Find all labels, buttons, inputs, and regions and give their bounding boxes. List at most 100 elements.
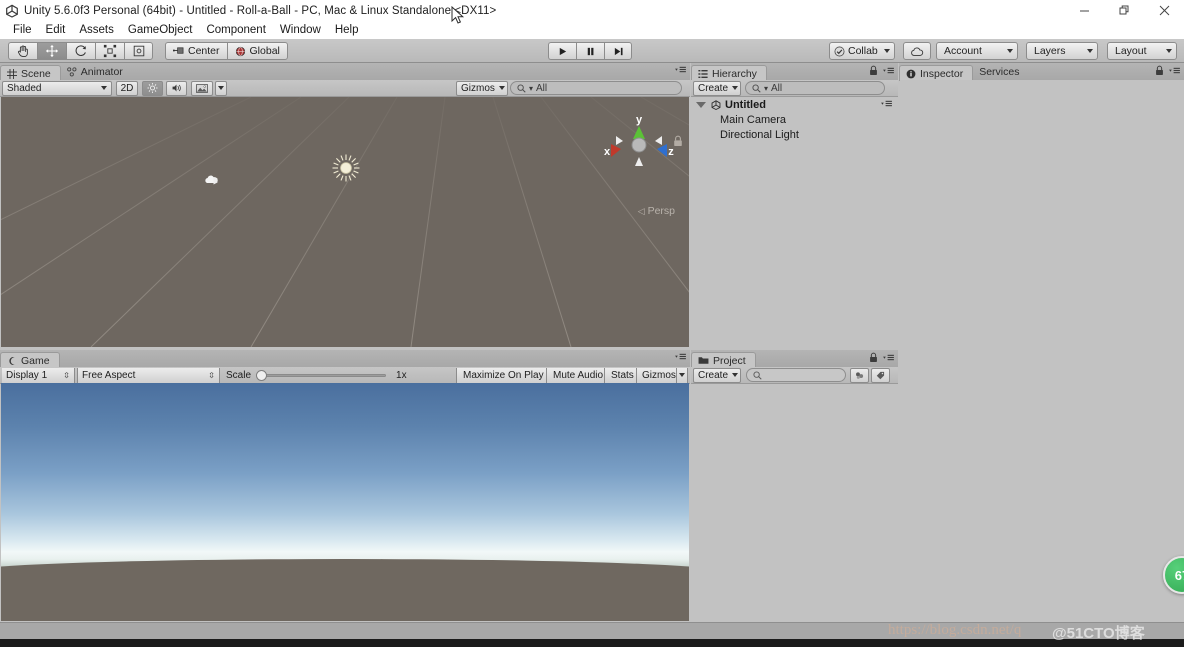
lock-icon[interactable] (869, 65, 878, 76)
menu-window[interactable]: Window (273, 23, 328, 37)
scene-toolbar: Shaded 2D Gizmos ▾ All (0, 80, 690, 97)
tab-scene-label: Scene (21, 67, 51, 80)
aspect-dropdown[interactable]: Free Aspect ⇳ (77, 367, 220, 383)
hierarchy-tab-icons (869, 65, 895, 76)
restore-button[interactable] (1104, 0, 1144, 21)
rect-transform-tool[interactable] (124, 42, 153, 60)
lock-icon[interactable] (1155, 65, 1164, 76)
tab-inspector[interactable]: Inspector (899, 65, 974, 81)
tab-project[interactable]: Project (691, 352, 756, 368)
chevron-down-icon (732, 373, 739, 377)
hierarchy-scene-name: Untitled (725, 98, 766, 111)
layers-label: Layers (1034, 45, 1066, 57)
scale-tool[interactable] (95, 42, 124, 60)
scene-projection-label[interactable]: ◁ Persp (638, 205, 675, 217)
mute-audio-toggle[interactable]: Mute Audio (546, 367, 611, 383)
scene-viewport[interactable]: y x z ◁ Persp (1, 97, 689, 347)
menu-assets[interactable]: Assets (72, 23, 121, 37)
hierarchy-item-directional-light[interactable]: Directional Light (692, 127, 897, 142)
main-camera-gizmo[interactable] (204, 173, 224, 189)
pivot-center-icon (173, 47, 184, 54)
unity-logo-icon (4, 3, 20, 19)
updown-caret-icon: ⇳ (208, 370, 215, 380)
scale-slider[interactable] (256, 369, 387, 381)
playback-controls (548, 42, 632, 60)
tab-scene[interactable]: Scene (0, 65, 61, 81)
pause-button[interactable] (576, 42, 604, 60)
search-icon (752, 83, 761, 93)
chevron-down-icon (498, 86, 505, 90)
title-bar: Unity 5.6.0f3 Personal (64bit) - Untitle… (0, 0, 1184, 21)
scene-audio-toggle[interactable] (166, 80, 187, 96)
account-button[interactable]: Account (936, 42, 1018, 60)
menu-file[interactable]: File (6, 23, 39, 37)
unity-logo-icon (711, 99, 721, 110)
tab-game[interactable]: Game (0, 352, 60, 368)
close-button[interactable] (1144, 0, 1184, 21)
hierarchy-search-input[interactable]: ▾ All (745, 81, 885, 95)
sun-lighting-icon (147, 82, 158, 94)
menu-help[interactable]: Help (328, 23, 366, 37)
project-label-filter-button[interactable] (871, 367, 890, 383)
scene-lighting-toggle[interactable] (142, 80, 163, 96)
hierarchy-item-main-camera[interactable]: Main Camera (692, 112, 897, 127)
tab-animator[interactable]: Animator (61, 64, 132, 80)
game-gizmos-dropdown[interactable] (676, 367, 688, 383)
cloud-button[interactable] (903, 42, 931, 60)
pivot-mode-button[interactable]: Center (165, 42, 227, 60)
game-viewport[interactable] (1, 383, 689, 621)
collab-label: Collab (848, 45, 878, 57)
tab-hierarchy[interactable]: Hierarchy (691, 65, 767, 81)
hierarchy-create-dropdown[interactable]: Create (693, 80, 741, 96)
scene-orientation-gizmo[interactable]: y x z (603, 105, 675, 191)
directional-light-gizmo[interactable] (331, 153, 361, 183)
menu-gameobject[interactable]: GameObject (121, 23, 200, 37)
project-create-dropdown[interactable]: Create (693, 367, 741, 383)
mute-label: Mute Audio (553, 369, 604, 381)
play-button[interactable] (548, 42, 576, 60)
panel-menu-icon[interactable] (674, 65, 687, 74)
chevron-down-icon (884, 49, 890, 53)
draw-mode-dropdown[interactable]: Shaded (2, 80, 112, 96)
hierarchy-search-value: All (771, 82, 783, 94)
lock-icon[interactable] (869, 352, 878, 363)
maximize-on-play-toggle[interactable]: Maximize On Play (456, 367, 551, 383)
panel-menu-icon[interactable] (674, 352, 687, 361)
scene-gizmos-dropdown[interactable]: Gizmos (456, 80, 508, 96)
scale-slider-handle[interactable] (256, 370, 268, 381)
main-toolbar: Center Global Collab Account Layers Layo… (0, 39, 1184, 63)
folder-icon (698, 357, 709, 364)
rotate-tool[interactable] (66, 42, 95, 60)
scene-search-input[interactable]: ▾ All (510, 81, 682, 95)
project-search-input[interactable] (746, 368, 846, 382)
panel-menu-icon[interactable] (1168, 66, 1181, 75)
move-tool[interactable] (37, 42, 66, 60)
minimize-button[interactable] (1064, 0, 1104, 21)
globe-icon (235, 46, 245, 56)
panel-menu-icon[interactable] (882, 66, 895, 75)
tab-services[interactable]: Services (973, 64, 1028, 80)
scene-effects-toggle[interactable] (191, 80, 213, 96)
animator-icon (66, 67, 77, 77)
scene-effects-dropdown[interactable] (215, 80, 227, 96)
hand-tool[interactable] (8, 42, 37, 60)
layers-button[interactable]: Layers (1026, 42, 1098, 60)
status-bar[interactable] (0, 622, 1184, 639)
scene-row-menu-icon[interactable] (880, 99, 893, 111)
collab-button[interactable]: Collab (829, 42, 895, 60)
hierarchy-scene-row[interactable]: Untitled (692, 97, 897, 112)
chevron-down-icon[interactable] (696, 101, 706, 108)
game-panel: Game Display 1 ⇳ Free Aspect ⇳ Scale 1x … (0, 350, 690, 622)
scene-tabbar: Scene Animator (0, 63, 690, 81)
chevron-down-icon (1087, 49, 1093, 53)
step-button[interactable] (604, 42, 632, 60)
menu-edit[interactable]: Edit (39, 23, 73, 37)
chevron-down-icon (1007, 49, 1013, 53)
project-type-filter-button[interactable] (850, 367, 869, 383)
layout-button[interactable]: Layout (1107, 42, 1177, 60)
menu-component[interactable]: Component (199, 23, 272, 37)
2d-toggle[interactable]: 2D (116, 80, 138, 96)
panel-menu-icon[interactable] (882, 353, 895, 362)
display-dropdown[interactable]: Display 1 ⇳ (2, 367, 75, 383)
rotation-mode-button[interactable]: Global (226, 42, 288, 60)
